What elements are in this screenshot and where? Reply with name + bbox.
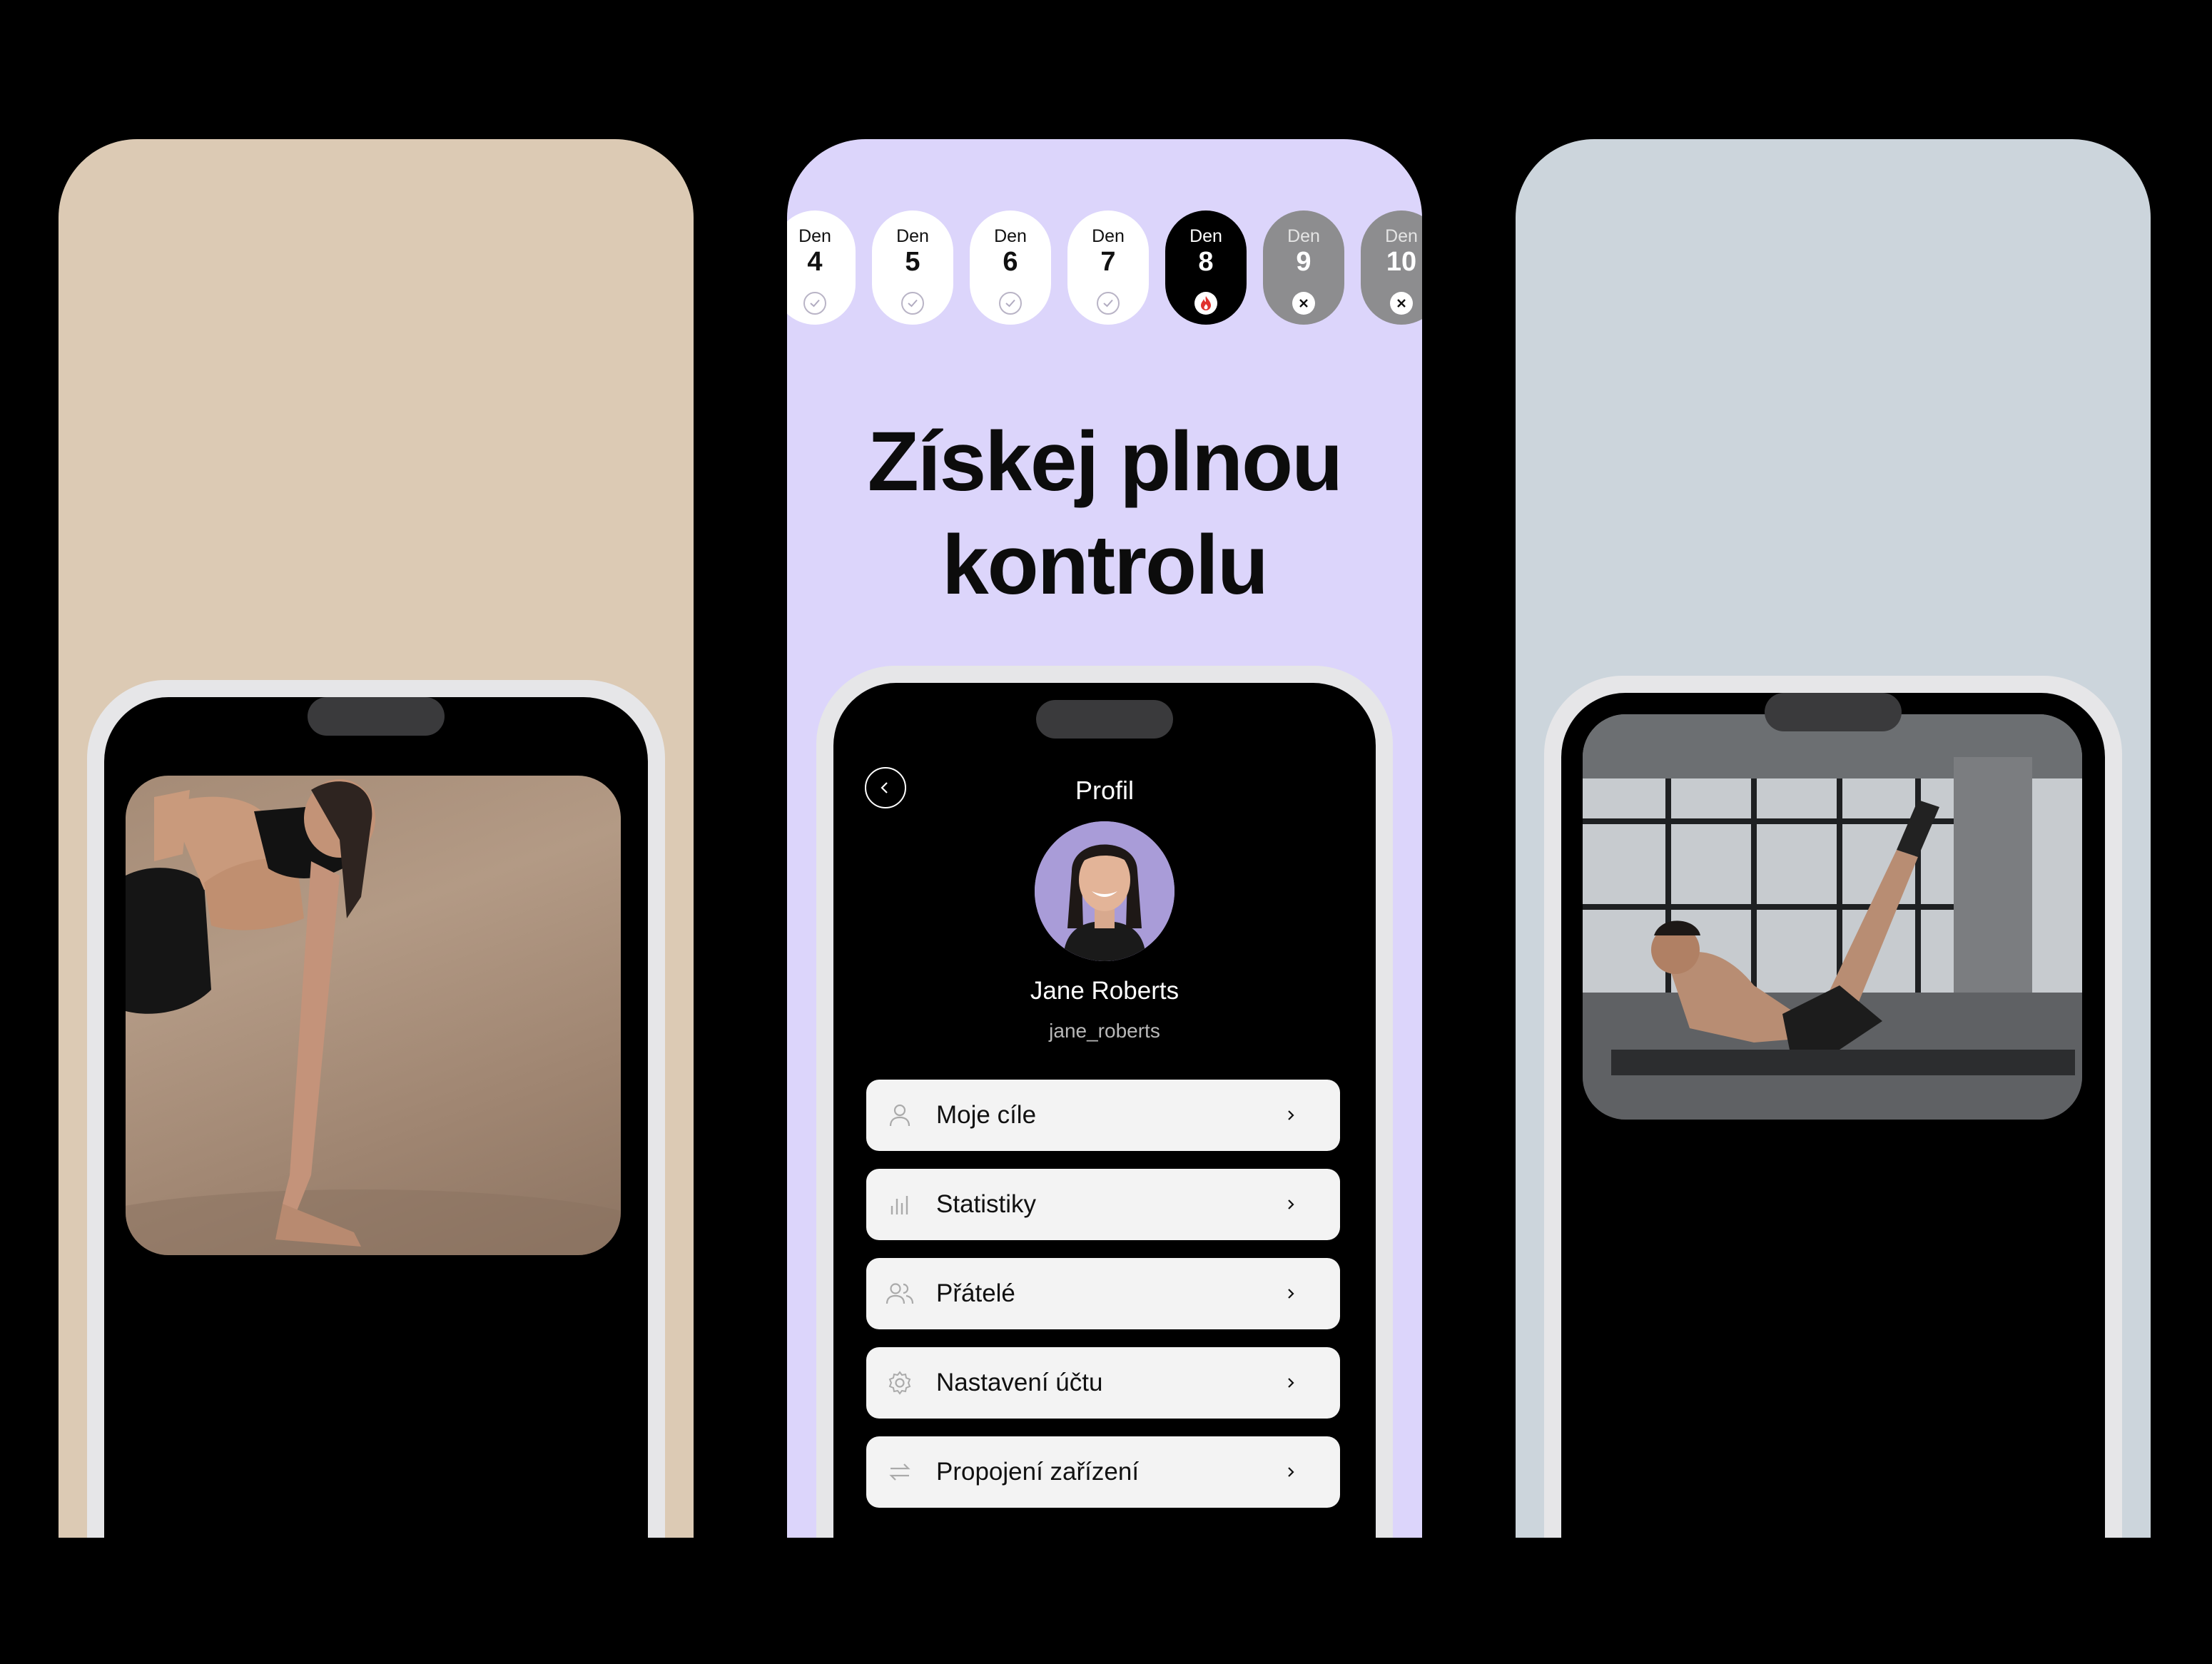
day-label: Den xyxy=(1092,226,1125,246)
day-number: 5 xyxy=(905,247,920,277)
phone-screen xyxy=(1561,693,2105,1538)
workout-photo-man xyxy=(1583,714,2082,1120)
dynamic-island xyxy=(308,697,445,736)
menu-item-label: Nastavení účtu xyxy=(936,1369,1103,1396)
menu-item-friends[interactable]: Přátelé xyxy=(866,1258,1340,1329)
avatar[interactable] xyxy=(1035,821,1175,961)
friends-icon xyxy=(882,1276,918,1312)
chevron-right-icon xyxy=(1279,1103,1303,1127)
cross-icon xyxy=(1390,292,1413,315)
day-number: 8 xyxy=(1198,247,1214,277)
user-handle: jane_roberts xyxy=(1049,1020,1160,1042)
menu-item-account-settings[interactable]: Nastavení účtu xyxy=(866,1347,1340,1419)
workout-photo-woman xyxy=(126,776,621,1255)
center-promo-card: Den 4 Den 5 Den 6 Den 7 Den 8 Den 9 Den … xyxy=(787,139,1422,1538)
day-label: Den xyxy=(994,226,1027,246)
menu-item-label: Přátelé xyxy=(936,1279,1015,1307)
day-number: 9 xyxy=(1296,247,1312,277)
user-name: Jane Roberts xyxy=(1030,977,1179,1005)
day-pill-6[interactable]: Den 6 xyxy=(970,210,1051,325)
phone-screen xyxy=(104,697,648,1538)
day-pill-8[interactable]: Den 8 xyxy=(1165,210,1247,325)
check-icon xyxy=(803,292,826,315)
check-icon xyxy=(999,292,1022,315)
menu-item-goals[interactable]: Moje cíle xyxy=(866,1080,1340,1151)
phone-frame xyxy=(87,680,665,1538)
left-promo-card xyxy=(59,139,694,1538)
user-icon xyxy=(882,1097,918,1133)
menu-item-statistics[interactable]: Statistiky xyxy=(866,1169,1340,1240)
check-icon xyxy=(901,292,924,315)
sync-icon xyxy=(882,1454,918,1490)
day-label: Den xyxy=(1385,226,1418,246)
day-label: Den xyxy=(1189,226,1222,246)
day-pill-5[interactable]: Den 5 xyxy=(872,210,953,325)
phone-frame xyxy=(1544,676,2122,1538)
headline: Získej plnou kontrolu xyxy=(787,410,1422,617)
day-pill-7[interactable]: Den 7 xyxy=(1067,210,1149,325)
chevron-right-icon xyxy=(1279,1371,1303,1395)
day-number: 4 xyxy=(807,247,823,277)
menu-item-label: Statistiky xyxy=(936,1190,1037,1218)
day-label: Den xyxy=(896,226,929,246)
day-pill-9[interactable]: Den 9 xyxy=(1263,210,1344,325)
day-number: 10 xyxy=(1386,247,1417,277)
day-pill-4[interactable]: Den 4 xyxy=(787,210,856,325)
check-icon xyxy=(1097,292,1120,315)
cross-icon xyxy=(1292,292,1315,315)
bar-chart-icon xyxy=(882,1187,918,1222)
day-label: Den xyxy=(1287,226,1320,246)
day-label: Den xyxy=(798,226,831,246)
screen-title: Profil xyxy=(1075,776,1135,805)
chevron-right-icon xyxy=(1279,1282,1303,1306)
right-promo-card xyxy=(1516,139,2151,1538)
day-streak-strip[interactable]: Den 4 Den 5 Den 6 Den 7 Den 8 Den 9 Den … xyxy=(787,210,1422,326)
menu-item-label: Moje cíle xyxy=(936,1101,1037,1129)
profile-menu: Moje cíle Statistiky Přátelé Nastavení ú… xyxy=(866,1080,1340,1526)
day-pill-10[interactable]: Den 10 xyxy=(1361,210,1422,325)
day-number: 7 xyxy=(1100,247,1116,277)
menu-item-device-sync[interactable]: Propojení zařízení xyxy=(866,1436,1340,1508)
woman-plank-illustration xyxy=(126,779,621,1255)
avatar-photo xyxy=(1035,821,1175,961)
flame-icon xyxy=(1194,292,1217,315)
headline-line-1: Získej plnou xyxy=(867,415,1343,509)
profile-screen: Profil Jane Roberts jane_roberts Moje cí… xyxy=(833,683,1376,1538)
dynamic-island xyxy=(1036,700,1173,739)
chevron-right-icon xyxy=(1279,1460,1303,1484)
man-workout-illustration xyxy=(1583,714,2082,1120)
headline-line-2: kontrolu xyxy=(942,518,1269,612)
menu-item-label: Propojení zařízení xyxy=(936,1458,1140,1486)
day-number: 6 xyxy=(1003,247,1018,277)
phone-frame: Profil Jane Roberts jane_roberts Moje cí… xyxy=(816,666,1393,1538)
gear-icon xyxy=(882,1365,918,1401)
dynamic-island xyxy=(1765,693,1902,731)
chevron-right-icon xyxy=(1279,1192,1303,1217)
